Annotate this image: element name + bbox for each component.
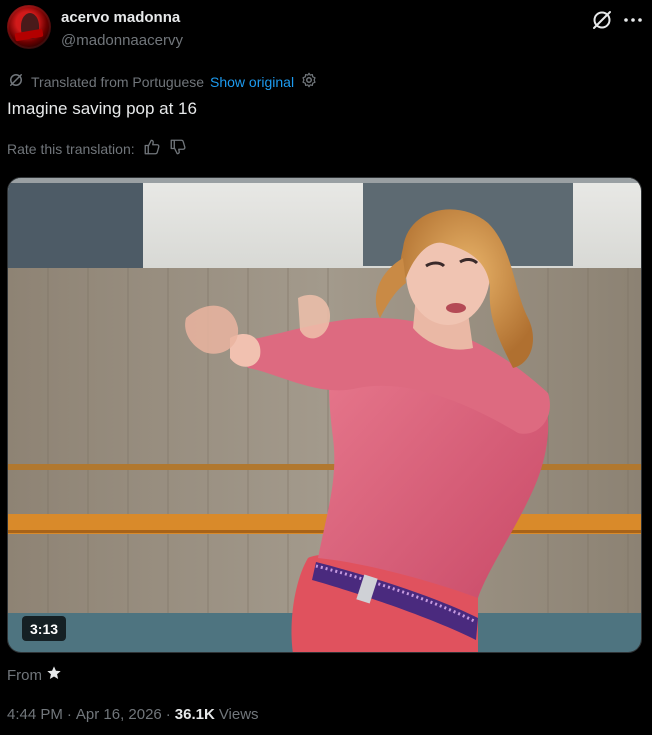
source-row[interactable]: From bbox=[7, 665, 62, 686]
gear-icon[interactable] bbox=[300, 71, 318, 94]
avatar[interactable] bbox=[7, 5, 51, 49]
meta-separator: · bbox=[66, 706, 72, 723]
author-handle[interactable]: @madonnaacervy bbox=[61, 32, 183, 49]
author-display-name[interactable]: acervo madonna bbox=[61, 9, 180, 26]
rate-translation-label: Rate this translation: bbox=[7, 141, 135, 157]
star-icon bbox=[46, 665, 62, 686]
post-meta: 4:44 PM · Apr 16, 2026 · 36.1K Views bbox=[7, 706, 259, 723]
video-player[interactable]: 3:13 bbox=[7, 177, 642, 653]
post-time[interactable]: 4:44 PM bbox=[7, 706, 63, 723]
thumbs-down-icon[interactable] bbox=[169, 138, 187, 161]
post-text: Imagine saving pop at 16 bbox=[7, 99, 197, 118]
views-count: 36.1K bbox=[174, 706, 215, 723]
views-label: Views bbox=[218, 706, 259, 723]
video-duration: 3:13 bbox=[22, 616, 67, 641]
meta-separator: · bbox=[165, 706, 171, 723]
grok-icon[interactable] bbox=[590, 8, 614, 32]
source-label: From bbox=[7, 667, 42, 684]
translation-label: Translated from Portuguese bbox=[31, 74, 205, 90]
post-date[interactable]: Apr 16, 2026 bbox=[76, 706, 162, 723]
thumbs-up-icon[interactable] bbox=[143, 138, 161, 161]
translate-icon bbox=[7, 71, 25, 94]
translation-notice: Translated from Portuguese Show original bbox=[7, 72, 318, 92]
video-thumbnail bbox=[8, 178, 641, 652]
more-icon[interactable] bbox=[621, 8, 645, 32]
rate-translation: Rate this translation: bbox=[7, 139, 187, 159]
show-original-link[interactable]: Show original bbox=[210, 74, 294, 90]
